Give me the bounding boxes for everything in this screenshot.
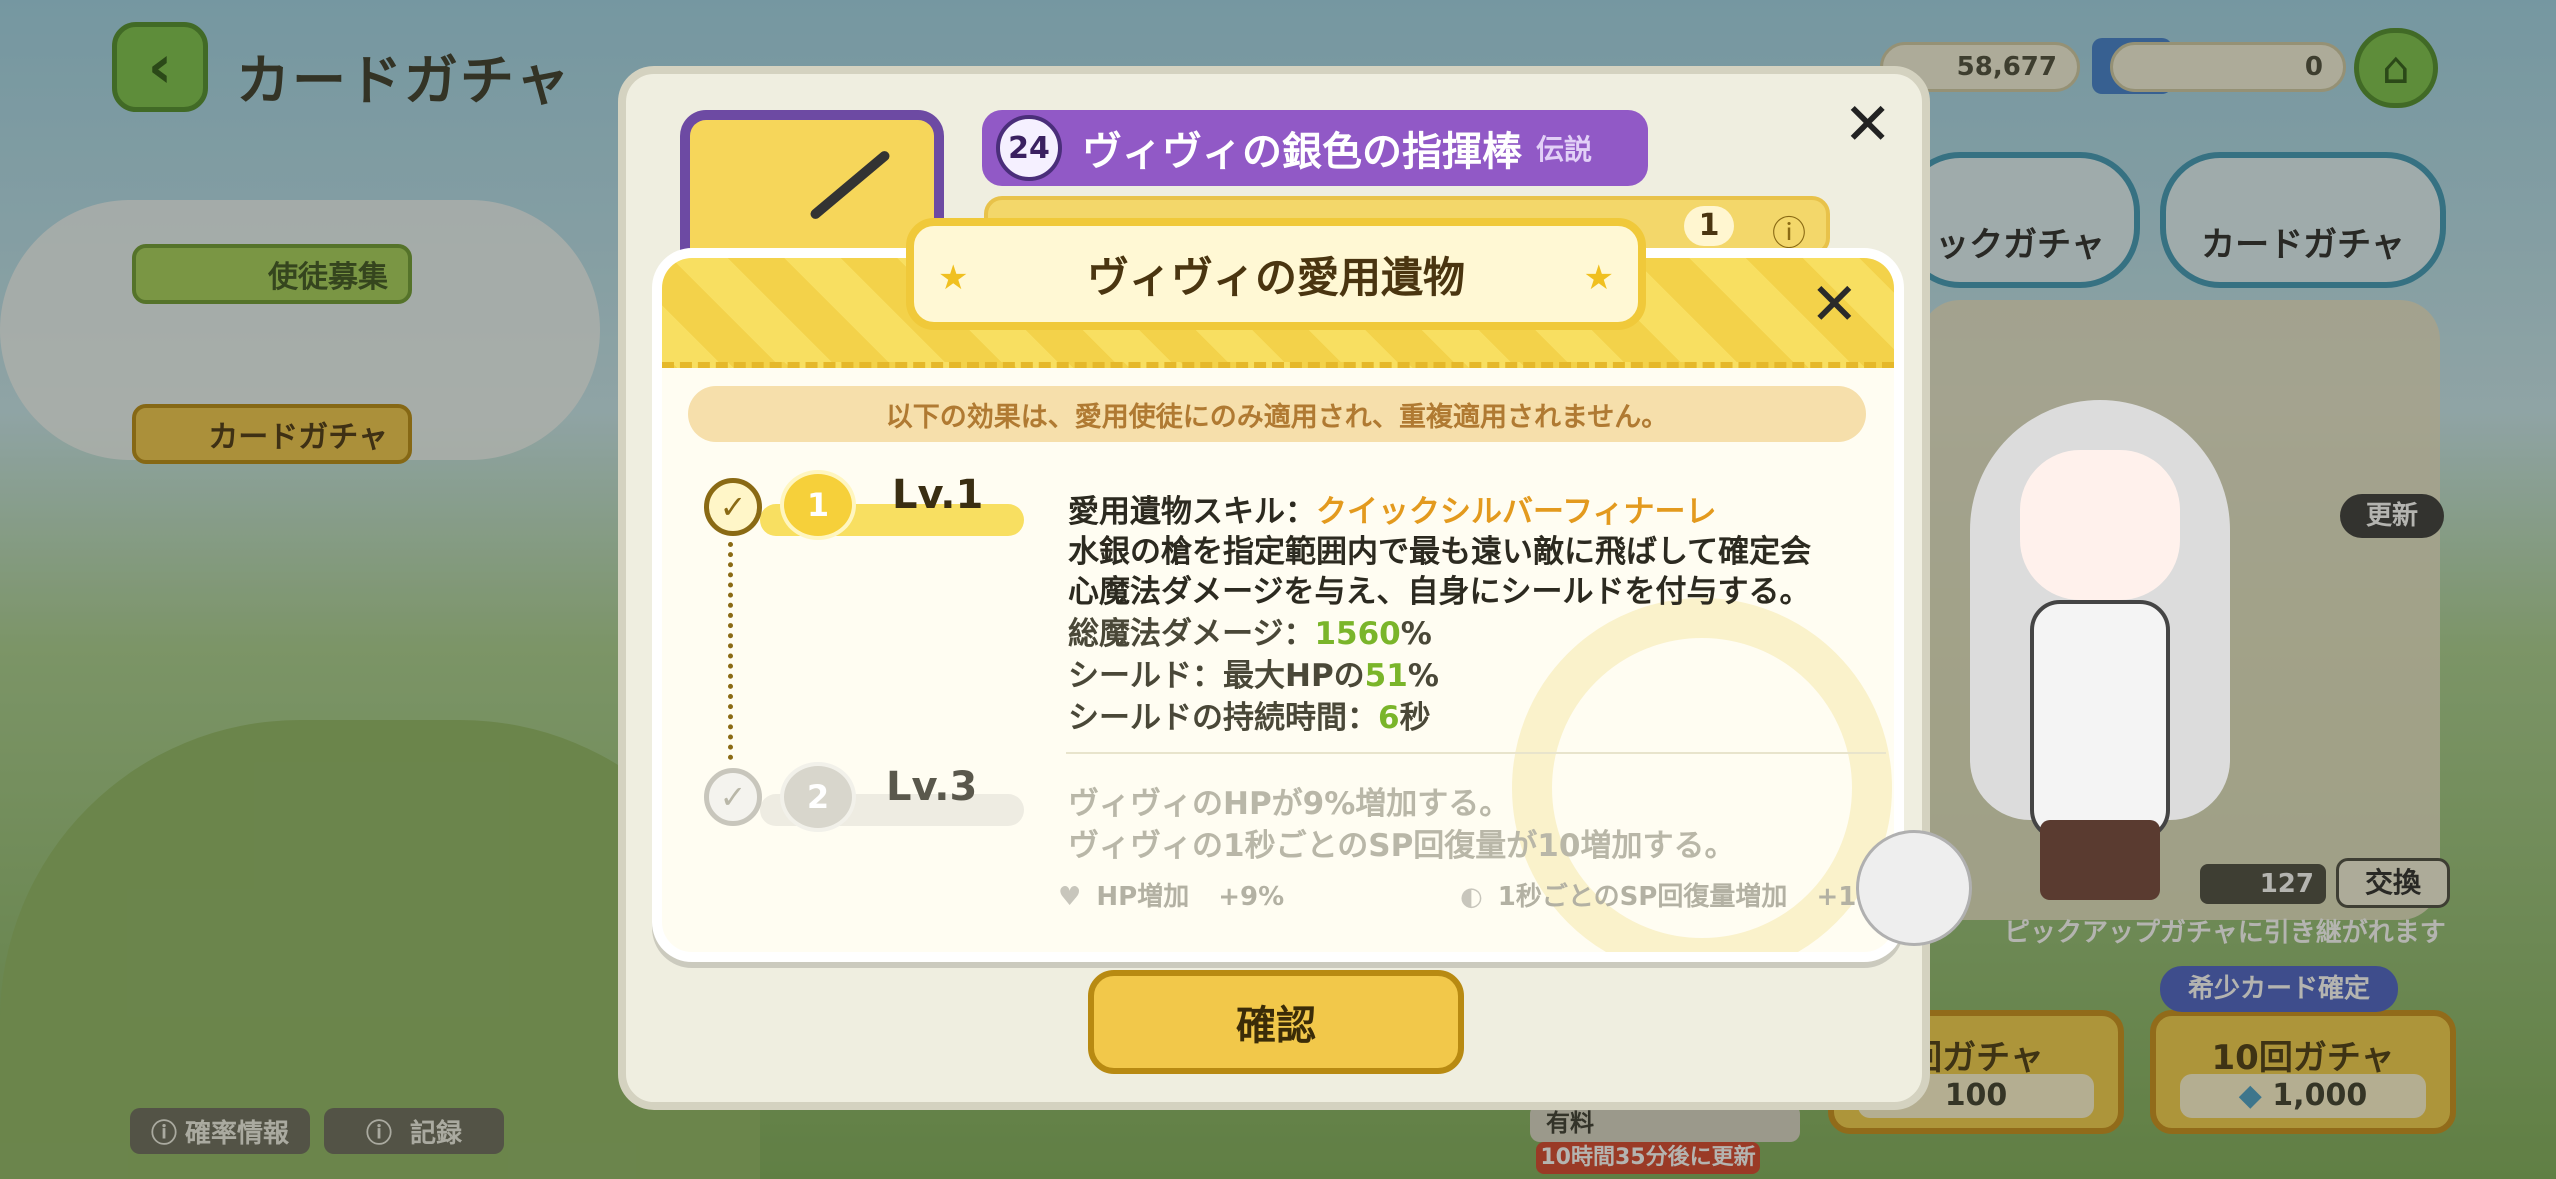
item-modal-close-button[interactable]: ✕ [1843, 90, 1892, 158]
lv1-damage-line: 総魔法ダメージ：1560% [1068, 616, 1432, 652]
lv3-desc-line1: ヴィヴィのHPが9%増加する。 [1068, 786, 1511, 822]
heart-icon: ♥ [1058, 882, 1082, 912]
relic-title: ★ ヴィヴィの愛用遺物 ★ [906, 218, 1646, 330]
star-icon: ★ [1583, 258, 1614, 298]
item-name-bar: 24 ヴィヴィの銀色の指揮棒 伝説 [982, 110, 1648, 186]
level-divider [1066, 752, 1886, 754]
lv3-label: Lv.3 [886, 764, 978, 810]
character-illustration [1930, 380, 2270, 900]
lv3-desc-line2: ヴィヴィの1秒ごとのSP回復量が10増加する。 [1068, 828, 1736, 864]
lv3-badge: 2 [780, 762, 856, 832]
item-rarity: 伝説 [1536, 133, 1593, 166]
relic-notice: 以下の効果は、愛用使徒にのみ適用され、重複適用されません。 [688, 386, 1866, 442]
item-thumbnail [680, 110, 944, 260]
star-icon: ★ [938, 258, 969, 298]
item-name: ヴィヴィの銀色の指揮棒 [1082, 129, 1522, 175]
chibi-character [1856, 830, 1972, 946]
character-face [2020, 450, 2180, 600]
character-body [2030, 600, 2170, 840]
item-level-badge: 24 [996, 115, 1062, 181]
relic-close-button[interactable]: ✕ [1810, 270, 1859, 338]
lv1-desc-line2: 心魔法ダメージを与え、自身にシールドを付与する。 [1068, 574, 1811, 610]
lv1-skill-line: 愛用遺物スキル：クイックシルバーフィナーレ [1068, 494, 1717, 530]
lv1-label: Lv.1 [892, 472, 984, 518]
lv3-check-icon: ✓ [704, 768, 762, 826]
lv1-check-icon: ✓ [704, 478, 762, 536]
lv1-shield-line: シールド：最大HPの51% [1068, 658, 1439, 694]
baton-icon [808, 149, 892, 221]
lv1-desc-line1: 水銀の槍を指定範囲内で最も遠い敵に飛ばして確定会 [1068, 534, 1812, 570]
lv3-stat-sp: ◐ 1秒ごとのSP回復量増加 +10 [1460, 882, 1875, 912]
character-legs [2040, 820, 2160, 900]
level-connector [728, 542, 733, 760]
owned-count: 1 [1684, 206, 1734, 246]
lv1-badge: 1 [780, 470, 856, 540]
confirm-button[interactable]: 確認 [1088, 970, 1464, 1074]
lv1-duration-line: シールドの持続時間：6秒 [1068, 700, 1431, 736]
sp-recovery-icon: ◐ [1460, 882, 1483, 912]
lv3-stat-hp: ♥ HP増加 +9% [1058, 882, 1285, 912]
